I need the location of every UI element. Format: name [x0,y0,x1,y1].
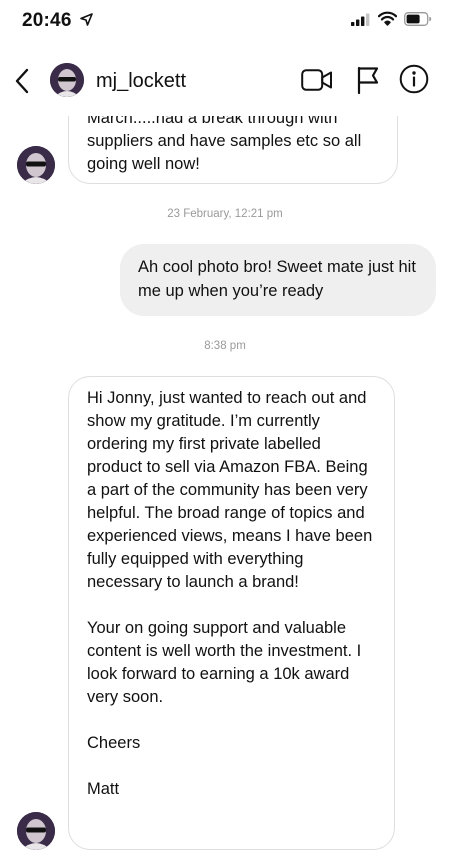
message-text: March.....had a break through with suppl… [87,116,362,173]
timestamp: 23 February, 12:21 pm [167,208,283,220]
chat-header: mj_lockett [0,44,450,116]
avatar[interactable] [17,812,55,850]
avatar[interactable] [17,146,55,184]
avatar[interactable] [50,63,84,97]
message-thread[interactable]: March.....had a break through with suppl… [0,116,450,862]
cellular-signal-icon [351,13,371,31]
message-bubble-outgoing[interactable]: Ah cool photo bro! Sweet mate just hit m… [120,244,436,316]
message-paragraph: Cheers [87,734,141,752]
message-bubble-incoming[interactable]: March.....had a break through with suppl… [68,116,398,184]
status-bar: 20:46 [0,0,450,44]
message-paragraph: Matt [87,780,120,798]
message-paragraph: Your on going support and valuable conte… [87,619,362,706]
chevron-left-icon[interactable] [12,66,34,96]
battery-icon [404,12,432,31]
info-icon[interactable] [399,64,429,99]
message-text: Ah cool photo bro! Sweet mate just hit m… [138,258,416,300]
flag-icon[interactable] [356,66,380,99]
video-camera-icon[interactable] [301,68,333,97]
location-arrow-icon [80,13,93,31]
status-time: 20:46 [22,10,72,31]
timestamp: 8:38 pm [204,340,246,352]
wifi-icon [377,11,398,31]
message-bubble-incoming[interactable]: Hi Jonny, just wanted to reach out and s… [68,376,395,850]
header-username[interactable]: mj_lockett [96,70,186,93]
message-paragraph: Hi Jonny, just wanted to reach out and s… [87,389,373,591]
